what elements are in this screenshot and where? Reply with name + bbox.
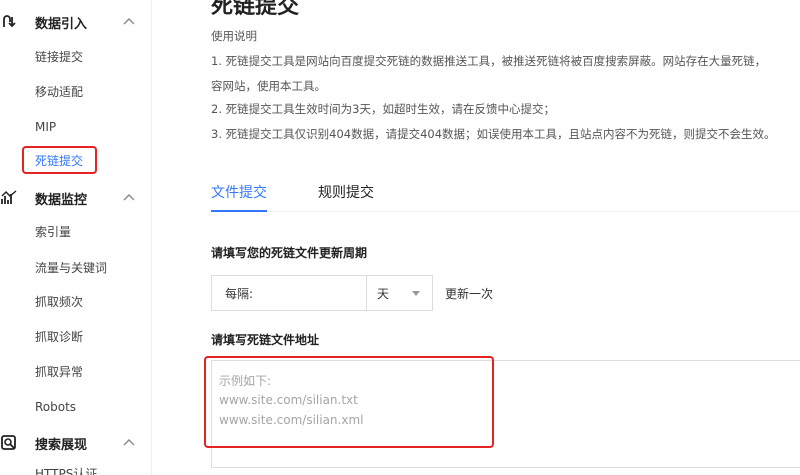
page-title: 死链提交 xyxy=(211,0,300,19)
main-content: 死链提交 使用说明 1. 死链提交工具是网站向百度提交死链的数据推送工具，被推送… xyxy=(153,0,800,475)
period-field: 每隔: 天 xyxy=(211,275,433,311)
chevron-up-icon[interactable] xyxy=(121,14,137,30)
sidebar: 数据引入 链接提交 移动适配 MIP 死链提交 数据监控 索引量 流量与关键词 … xyxy=(0,0,152,475)
usage-line: 1. 死链提交工具是网站向百度提交死链的数据推送工具，被推送死链将被百度搜索屏蔽… xyxy=(211,54,767,68)
sidebar-item-mip[interactable]: MIP xyxy=(35,117,56,137)
sidebar-group-search-display[interactable]: 搜索展现 xyxy=(0,423,152,463)
sidebar-item-index-volume[interactable]: 索引量 xyxy=(35,222,71,242)
sidebar-item-crawl-errors[interactable]: 抓取异常 xyxy=(35,362,83,382)
sidebar-item-crawl-diagnosis[interactable]: 抓取诊断 xyxy=(35,327,83,347)
period-unit-value: 天 xyxy=(377,287,390,301)
usage-line: 3. 死链提交工具仅识别404数据，请提交404数据；如误使用本工具，且站点内容… xyxy=(211,127,776,141)
tab-rule-submit[interactable]: 规则提交 xyxy=(318,182,374,202)
sidebar-group-label: 数据监控 xyxy=(35,192,88,208)
sidebar-group-data-import[interactable]: 数据引入 xyxy=(0,2,152,42)
sidebar-group-label: 数据引入 xyxy=(35,16,88,32)
period-section-label: 请填写您的死链文件更新周期 xyxy=(211,246,368,260)
sidebar-item-https[interactable]: HTTPS认证 xyxy=(35,464,97,475)
usage-title: 使用说明 xyxy=(211,29,257,43)
highlight-box-input xyxy=(204,356,494,448)
usage-line: 容网站，使用本工具。 xyxy=(211,79,326,93)
sidebar-group-data-monitor[interactable]: 数据监控 xyxy=(0,178,152,218)
sidebar-item-crawl-frequency[interactable]: 抓取频次 xyxy=(35,292,83,312)
data-monitor-icon xyxy=(1,190,17,204)
usage-line: 2. 死链提交工具生效时间为3天，如超时生效，请在反馈中心提交； xyxy=(211,102,555,116)
search-display-icon xyxy=(1,435,16,450)
period-suffix: 更新一次 xyxy=(445,287,494,301)
sidebar-item-robots[interactable]: Robots xyxy=(35,397,76,417)
chevron-up-icon[interactable] xyxy=(121,435,137,451)
address-section-label: 请填写死链文件地址 xyxy=(211,333,320,347)
caret-down-icon xyxy=(412,291,420,296)
period-unit-select[interactable]: 天 xyxy=(367,276,433,310)
sidebar-item-mobile-adapt[interactable]: 移动适配 xyxy=(35,82,83,102)
sidebar-item-link-submit[interactable]: 链接提交 xyxy=(35,47,83,67)
active-tab-indicator xyxy=(211,210,267,212)
sidebar-item-traffic-keywords[interactable]: 流量与关键词 xyxy=(35,258,107,278)
chevron-up-icon[interactable] xyxy=(121,190,137,206)
period-prefix: 每隔: xyxy=(225,287,254,301)
tab-file-submit[interactable]: 文件提交 xyxy=(211,182,267,202)
sidebar-group-label: 搜索展现 xyxy=(35,437,88,453)
highlight-box-active-item xyxy=(22,146,97,174)
data-import-icon xyxy=(3,15,16,28)
tab-bar: 文件提交 规则提交 xyxy=(211,174,800,212)
